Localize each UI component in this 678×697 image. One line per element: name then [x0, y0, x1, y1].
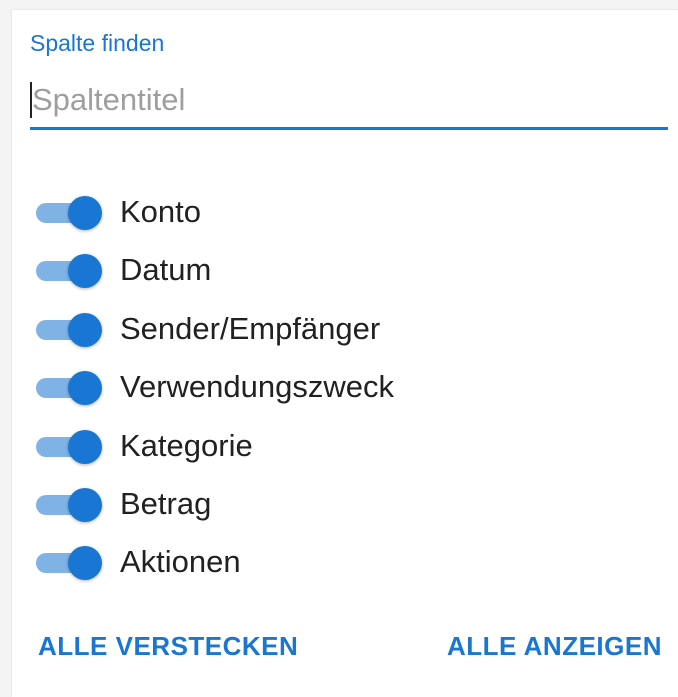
column-label: Datum: [120, 252, 212, 288]
column-toggle-list: Konto Datum Sender/Empfänger Verwendungs…: [12, 178, 678, 587]
search-label: Spalte finden: [30, 30, 165, 56]
toggle-switch[interactable]: [36, 311, 102, 347]
column-toggle-row[interactable]: Betrag: [12, 470, 678, 528]
switch-thumb: [68, 487, 102, 522]
switch-thumb: [68, 254, 102, 289]
toggle-switch[interactable]: [36, 194, 102, 230]
column-toggle-row[interactable]: Verwendungszweck: [12, 353, 678, 411]
switch-thumb: [68, 312, 102, 347]
switch-thumb: [68, 196, 102, 230]
switch-thumb: [68, 429, 102, 464]
search-field[interactable]: [30, 72, 670, 130]
column-toggle-row[interactable]: Sender/Empfänger: [12, 295, 678, 353]
column-toggle-row[interactable]: Konto: [12, 178, 678, 236]
column-label: Konto: [120, 194, 202, 229]
toggle-switch[interactable]: [36, 369, 102, 406]
toggle-switch[interactable]: [36, 428, 102, 464]
toggle-switch[interactable]: [36, 252, 102, 289]
hide-all-button[interactable]: ALLE VERSTECKEN: [32, 627, 304, 666]
search-input[interactable]: [30, 78, 670, 122]
column-toggle-row[interactable]: Aktionen: [12, 528, 678, 586]
column-label: Kategorie: [120, 427, 253, 463]
column-label: Aktionen: [120, 544, 241, 580]
column-label: Verwendungszweck: [120, 369, 394, 405]
column-label: Betrag: [120, 485, 212, 521]
column-label: Sender/Empfänger: [120, 310, 381, 346]
switch-thumb: [68, 371, 102, 406]
toggle-switch[interactable]: [36, 544, 102, 581]
column-chooser-panel: Spalte finden Konto Datum Sender/Empfäng: [12, 10, 678, 697]
switch-thumb: [68, 546, 102, 581]
column-toggle-row[interactable]: Datum: [12, 236, 678, 294]
column-toggle-row[interactable]: Kategorie: [12, 412, 678, 470]
toggle-switch[interactable]: [36, 486, 102, 522]
text-caret: [30, 82, 32, 118]
show-all-button[interactable]: ALLE ANZEIGEN: [441, 627, 668, 666]
